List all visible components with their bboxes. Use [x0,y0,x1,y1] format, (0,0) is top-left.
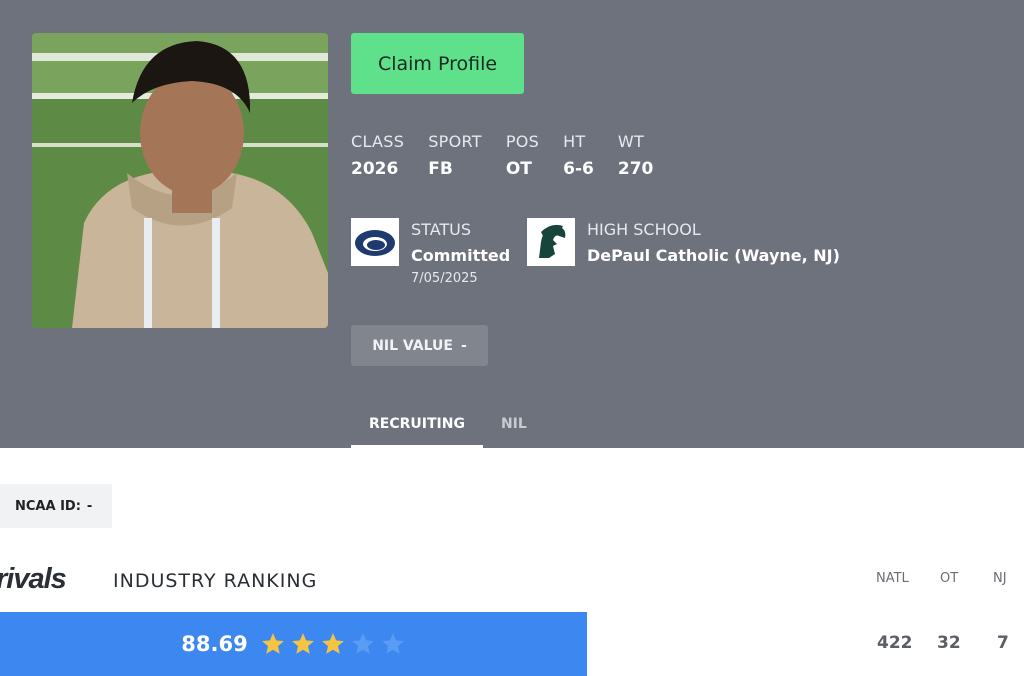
attr-label: WT [617,132,645,151]
rank-position[interactable]: 32 [937,633,961,653]
player-attributes: CLASS 2026 SPORT FB POS OT HT 6-6 WT 270 [351,132,677,179]
rank-header-pos: OT [940,571,959,586]
status-label: STATUS [411,220,472,239]
attr-label: CLASS [351,132,405,151]
attr-value: 6-6 [563,159,594,179]
attr-label: HT [563,132,586,151]
star-empty-icon [351,633,374,654]
attr-value: 2026 [351,159,399,179]
rank-header-natl: NATL [876,571,909,586]
tab-recruiting[interactable]: RECRUITING [351,404,483,448]
nil-value-button[interactable]: NIL VALUE - [351,325,488,366]
attr-value: FB [428,159,453,179]
tab-nil[interactable]: NIL [483,404,545,448]
attr-value: OT [505,159,532,179]
star-filled-icon [321,633,344,654]
star-filled-icon [291,633,314,654]
star-filled-icon [261,633,284,654]
star-rating [260,631,406,657]
attr-weight: WT 270 [618,132,654,179]
profile-tabs: RECRUITING NIL [351,404,545,448]
claim-profile-button[interactable]: Claim Profile [351,33,524,94]
attr-class: CLASS 2026 [351,132,404,179]
spartan-logo-icon[interactable] [527,218,575,266]
high-school-label: HIGH SCHOOL [587,220,701,239]
attr-position: POS OT [506,132,539,179]
nil-value-label: NIL VALUE [372,337,453,354]
ncaa-id-label: NCAA ID: [15,498,81,514]
profile-header: Claim Profile CLASS 2026 SPORT FB POS OT… [0,0,1024,448]
star-empty-icon [381,633,404,654]
high-school-block: HIGH SCHOOL DePaul Catholic (Wayne, NJ) [527,218,840,266]
attr-label: POS [505,132,540,151]
status-block: STATUS Committed 7/05/2025 [351,218,510,286]
ranking-title: INDUSTRY RANKING [113,570,318,592]
nil-value-amount: - [460,337,467,354]
ncaa-id-badge: NCAA ID: - [0,484,112,528]
attr-label: SPORT [428,132,482,151]
rating-value: 88.69 [181,632,248,656]
high-school-value[interactable]: DePaul Catholic (Wayne, NJ) [587,246,840,265]
rivals-logo: rivals [0,563,67,595]
attr-sport: SPORT FB [428,132,482,179]
status-value: Committed [411,246,511,265]
penn-state-logo-icon[interactable] [351,218,399,266]
rank-state[interactable]: 7 [997,633,1009,653]
rank-header-state: NJ [993,571,1007,586]
rank-natl[interactable]: 422 [877,633,913,653]
player-photo [32,33,328,328]
commit-date: 7/05/2025 [411,271,478,286]
rating-bar: 88.69 [0,612,587,676]
attr-height: HT 6-6 [563,132,594,179]
attr-value: 270 [617,159,654,179]
ncaa-id-value: - [86,498,93,514]
